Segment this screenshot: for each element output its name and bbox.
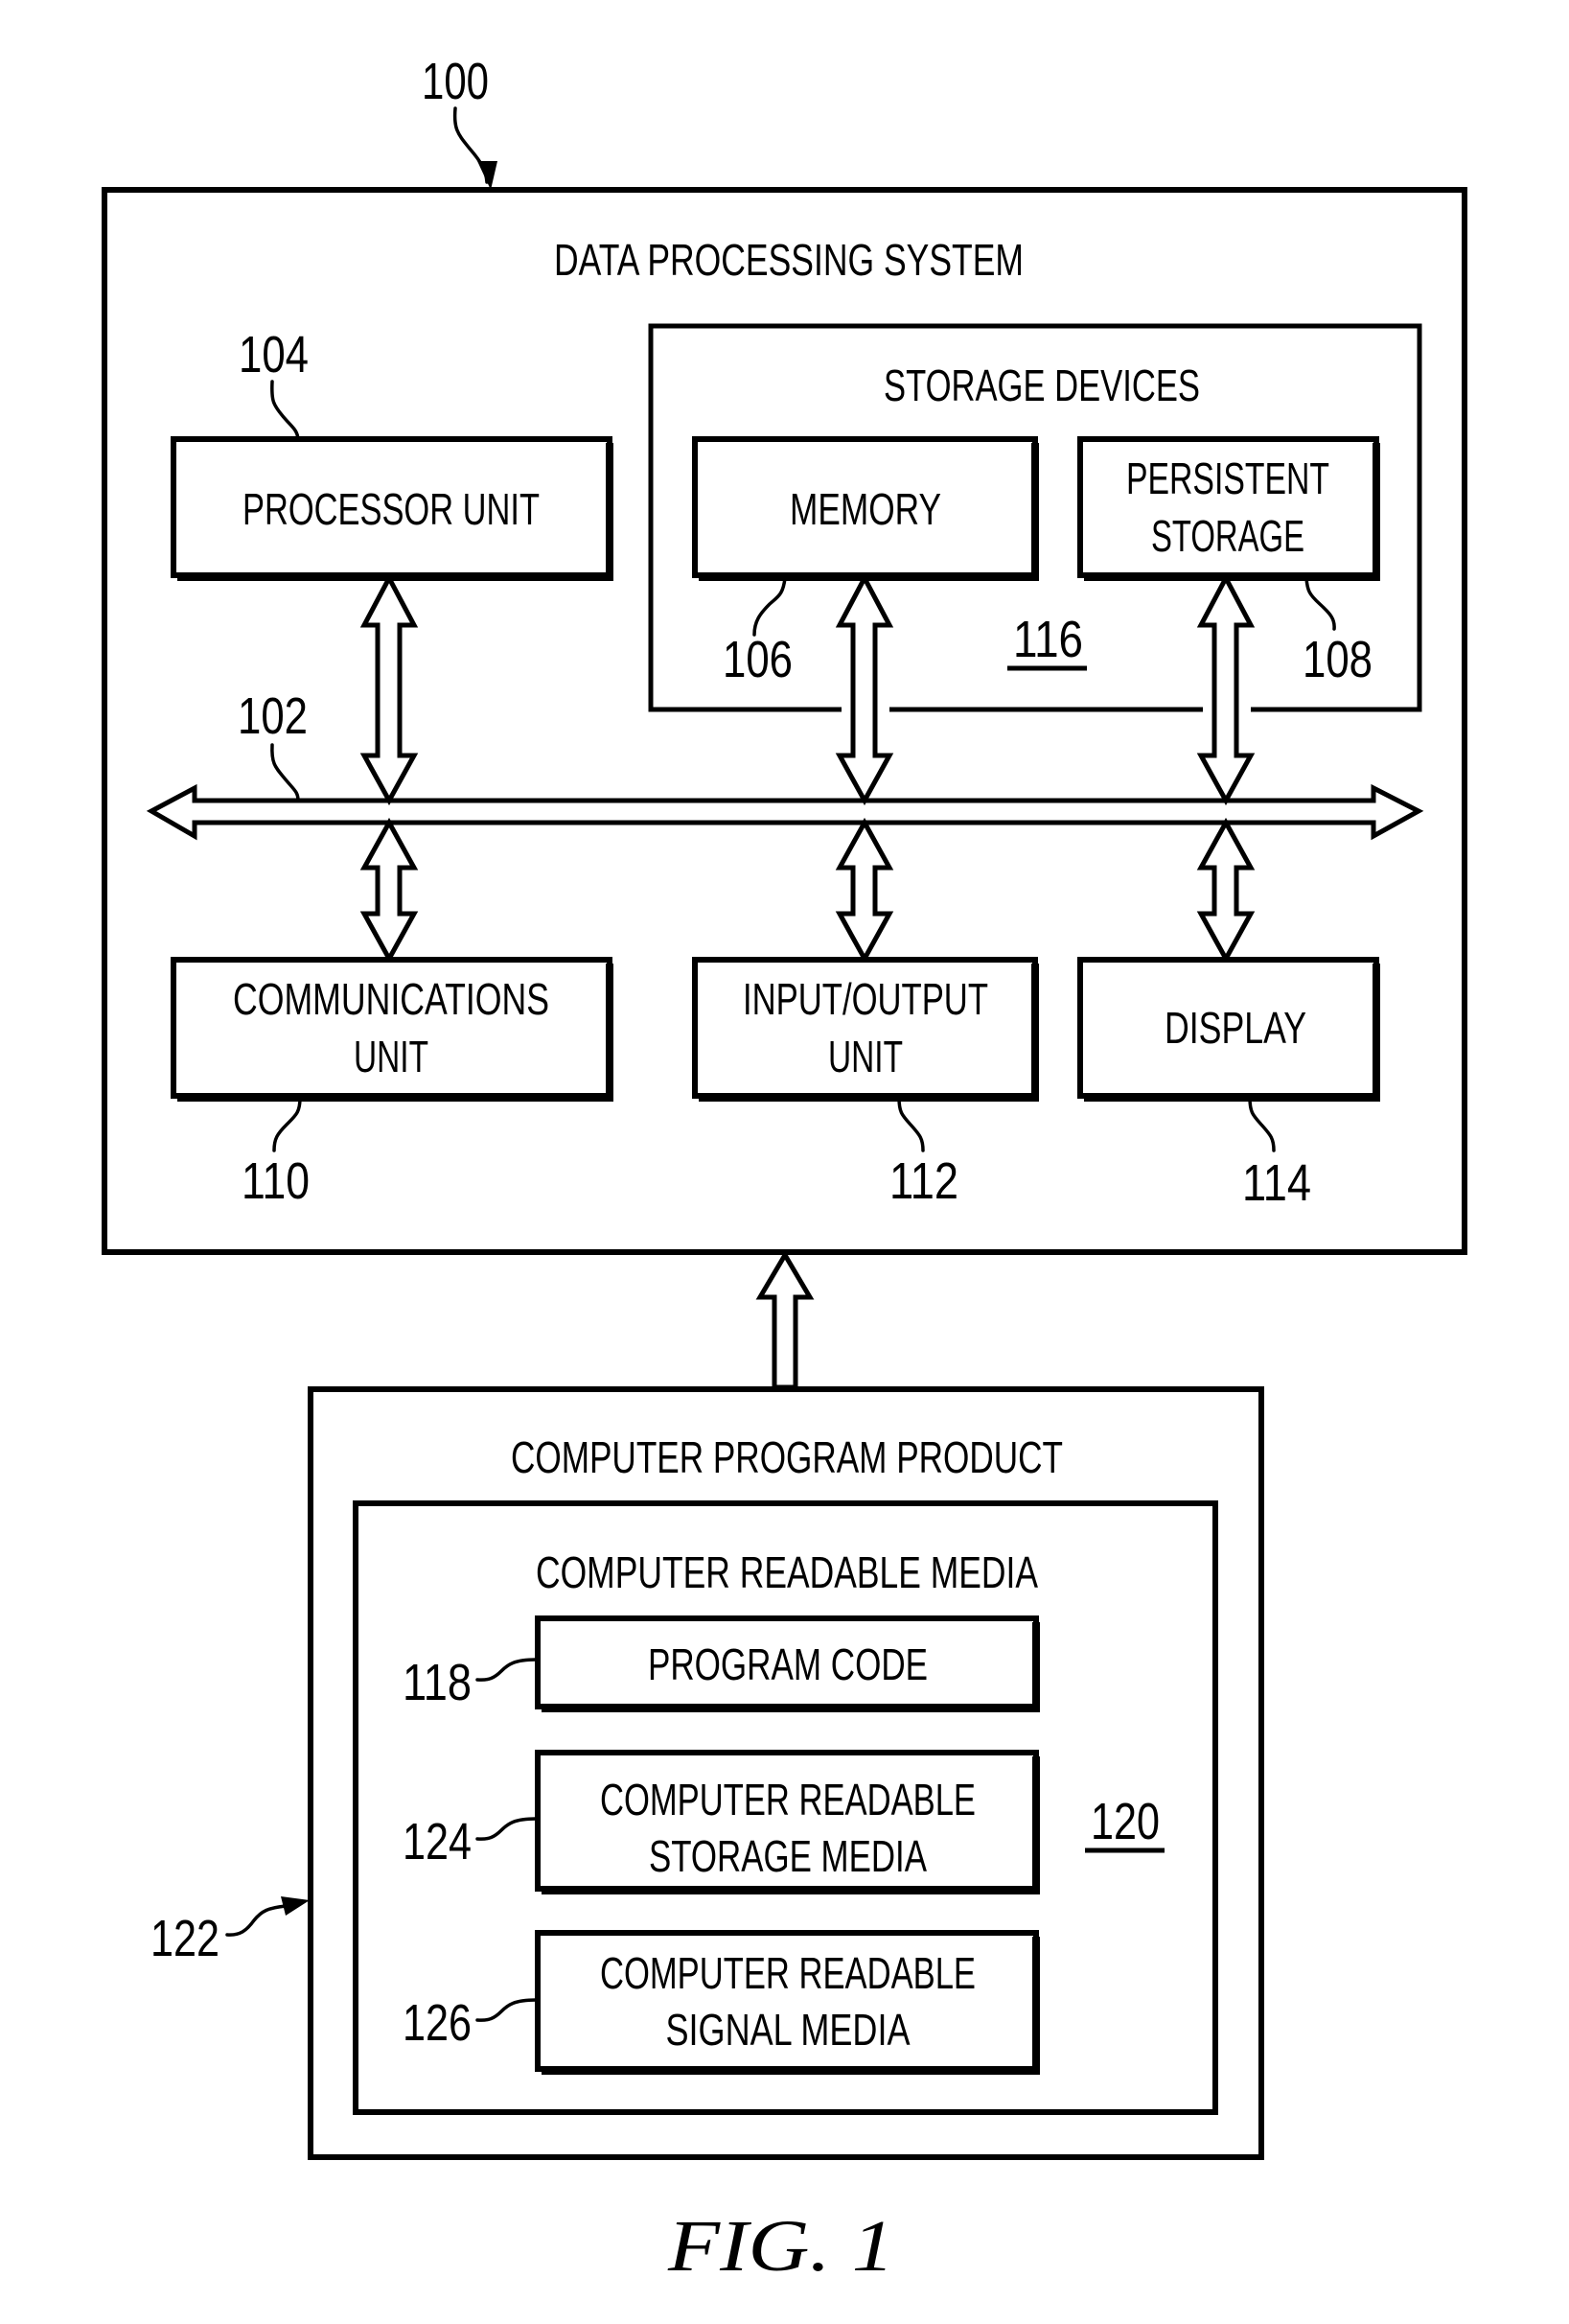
persistent-storage-label-line1: PERSISTENT (1126, 453, 1329, 503)
display-label: DISPLAY (1165, 1003, 1306, 1053)
ref-120-label: 120 (1091, 1793, 1160, 1850)
computer-program-product-title: COMPUTER PROGRAM PRODUCT (511, 1432, 1063, 1482)
patent-figure: 100 DATA PROCESSING SYSTEM STORAGE DEVIC… (102, 53, 1467, 2287)
data-processing-system-title: DATA PROCESSING SYSTEM (554, 235, 1024, 285)
computer-readable-signal-media-label-line1: COMPUTER READABLE (600, 1948, 976, 1998)
communications-unit-label-line1: COMMUNICATIONS (233, 974, 549, 1024)
computer-readable-storage-media-label-line2: STORAGE MEDIA (649, 1831, 927, 1881)
ref-110-label: 110 (242, 1152, 310, 1210)
ref-104-label: 104 (239, 326, 309, 383)
input-output-unit-label-line1: INPUT/OUTPUT (743, 974, 988, 1024)
computer-readable-media-title: COMPUTER READABLE MEDIA (536, 1547, 1038, 1597)
ref-100-arrowhead-icon (477, 161, 497, 190)
memory-label: MEMORY (790, 484, 941, 534)
ref-116-label: 116 (1013, 611, 1083, 668)
ref-114-label: 114 (1242, 1154, 1311, 1212)
processor-unit-label: PROCESSOR UNIT (242, 484, 540, 534)
ref-102-label: 102 (238, 687, 308, 745)
ref-126-label: 126 (403, 1994, 472, 2052)
figure-caption: FIG. 1 (667, 2206, 894, 2287)
storage-devices-title: STORAGE DEVICES (884, 360, 1200, 410)
input-output-unit-label-line2: UNIT (828, 1032, 903, 1081)
ref-108-label: 108 (1303, 631, 1373, 688)
ref-112-label: 112 (889, 1152, 958, 1210)
ref-106-label: 106 (723, 631, 793, 688)
ref-100-label: 100 (422, 53, 489, 110)
computer-readable-signal-media-label-line2: SIGNAL MEDIA (666, 2005, 911, 2055)
communications-unit-label-line2: UNIT (354, 1032, 428, 1081)
ref-124-label: 124 (403, 1813, 472, 1871)
persistent-storage-label-line2: STORAGE (1151, 511, 1304, 561)
ref-122-arrowhead-icon (281, 1896, 310, 1916)
program-product-to-system-arrow (755, 1250, 815, 1390)
program-code-label: PROGRAM CODE (648, 1639, 928, 1689)
ref-118-label: 118 (403, 1654, 472, 1711)
computer-readable-storage-media-label-line1: COMPUTER READABLE (600, 1775, 976, 1824)
ref-122-leader (225, 1904, 288, 1937)
ref-122-label: 122 (150, 1910, 219, 1967)
